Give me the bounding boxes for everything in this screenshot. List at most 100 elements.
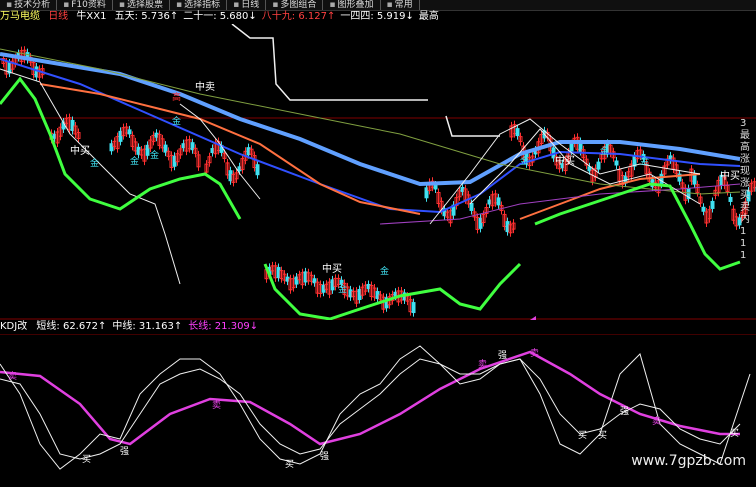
list-icon: ▪ (176, 0, 183, 10)
gold-marker: 金 (380, 265, 389, 277)
candle (710, 200, 715, 209)
toolbar-item-7[interactable]: ▪ 常用 (381, 0, 420, 10)
ma-white (0, 68, 181, 285)
kdj-value-0: 短线: 62.672↑ (36, 321, 107, 332)
gold-marker: 金 (338, 283, 347, 295)
strong-marker: 强 (320, 451, 329, 462)
candle (614, 160, 619, 166)
candle (469, 202, 474, 211)
calendar-icon: ▪ (233, 0, 240, 10)
axis-label: 最 (740, 130, 750, 141)
right-axis: 3最高涨现涨买卖内111 (740, 118, 756, 262)
mid-buy-marker: 中买 (70, 144, 90, 157)
buy-marker: 买 (730, 428, 739, 439)
toolbar-item-label: 常用 (394, 0, 413, 10)
toolbar-item-label: 选择指标 (184, 0, 221, 10)
overlay-icon: ▪ (329, 0, 336, 10)
sell-marker: 卖 (478, 359, 487, 370)
candle (411, 302, 416, 314)
kdj-value-1: 中线: 31.163↑ (112, 321, 183, 332)
candle (496, 197, 501, 206)
sell-marker: 卖 (530, 348, 539, 359)
period-label[interactable]: 日线 (48, 11, 68, 22)
candle (255, 164, 260, 176)
buy-marker: 买 (578, 430, 587, 441)
gold-marker: 金 (520, 155, 529, 167)
toolbar-item-1[interactable]: ▪ F10资料 (57, 0, 113, 10)
toolbar-item-label: 选择股票 (126, 0, 163, 10)
candle (596, 161, 601, 170)
candle (569, 143, 574, 152)
buy-marker: 买 (285, 459, 294, 470)
candle (127, 129, 132, 135)
toolbar-item-4[interactable]: ▪ 日线 (227, 0, 267, 10)
toolbar-item-5[interactable]: ▪ 多图组合 (266, 0, 324, 10)
gold-marker: 金 (130, 155, 139, 167)
gold-marker: 金 (90, 157, 99, 169)
strong-marker: 强 (120, 446, 129, 457)
ma-value-0: 五天: 5.736↑ (114, 11, 179, 22)
star-icon: ▪ (386, 0, 393, 10)
kdj-long-line (0, 350, 740, 446)
toolbar-item-label: 多图组合 (280, 0, 317, 10)
axis-label: 1 (740, 250, 747, 261)
stock-name: 万马电缆 (0, 11, 40, 22)
list-icon: ▪ (118, 0, 125, 10)
axis-label: 卖 (740, 202, 750, 213)
kdj-value-2: 长线: 21.309↓ (188, 321, 259, 332)
axis-label: 1 (740, 226, 747, 237)
ma-value-4: 最高 (418, 11, 439, 22)
toolbar-item-2[interactable]: ▪ 选择股票 (113, 0, 170, 10)
candle (701, 206, 706, 212)
axis-label: 买 (740, 190, 750, 201)
axis-label: 涨 (740, 154, 750, 165)
axis-label: 3 (740, 118, 747, 129)
ma-value-2: 八十九: 6.127↑ (261, 11, 336, 22)
toolbar-item-3[interactable]: ▪ 选择指标 (170, 0, 228, 10)
axis-label: 现 (740, 166, 750, 177)
sell-marker: 卖 (652, 416, 661, 427)
axis-label: 内 (740, 214, 750, 225)
price-chart[interactable]: 中卖中买金 金金金高中买金金金中买中买金金 (0, 24, 756, 320)
sell-marker: 卖 (212, 400, 221, 411)
toolbar-item-label: 技术分析 (14, 0, 51, 10)
green-support (534, 182, 741, 271)
toolbar-item-0[interactable]: ▪ 技术分析 (0, 0, 58, 10)
toolbar-item-label: F10资料 (71, 0, 106, 10)
strong-marker: 强 (620, 406, 629, 417)
buy-marker: 买 (598, 430, 607, 441)
kdj-short-line (0, 345, 751, 470)
sell-marker: 卖 (8, 371, 17, 382)
high-marker: 高 (172, 91, 181, 103)
ma-blue (0, 58, 741, 214)
toolbar-item-label: 日线 (241, 0, 260, 10)
gold-marker: 金 (640, 155, 649, 167)
indicator-title[interactable]: KDJ改 (0, 321, 27, 332)
chart-icon: ▪ (6, 0, 13, 10)
candle (728, 196, 733, 202)
ma-value-3: 一四四: 5.919↓ (340, 11, 414, 22)
candle (659, 173, 664, 185)
axis-label: 高 (740, 142, 750, 153)
axis-label: 涨 (740, 178, 750, 189)
ma-value-1: 二十一: 5.680↓ (183, 11, 257, 22)
gold-marker: 金 (600, 145, 609, 157)
mid-buy-marker: 中买 (720, 169, 740, 182)
buy-marker: 买 (82, 454, 91, 465)
gold-marker: 金 (150, 149, 159, 161)
doc-icon: ▪ (63, 0, 70, 10)
grid-icon: ▪ (272, 0, 279, 10)
mid-buy-marker: 中买 (322, 262, 342, 275)
axis-label: 1 (740, 238, 747, 249)
candle (515, 128, 520, 137)
toolbar-item-6[interactable]: ▪ 图形叠加 (323, 0, 381, 10)
candle (692, 173, 697, 185)
level-line (231, 24, 428, 101)
indicator-header: KDJ改 短线: 62.672↑ 中线: 31.163↑ 长线: 21.309↓ (0, 320, 756, 334)
candle (433, 184, 438, 190)
indicator-name[interactable]: 牛XX1 (76, 11, 106, 22)
strong-marker: 强 (498, 350, 507, 361)
watermark: www.7gpzb.com (631, 453, 746, 469)
toolbar-item-label: 图形叠加 (337, 0, 374, 10)
mid-buy-marker: 中买 (555, 154, 575, 167)
